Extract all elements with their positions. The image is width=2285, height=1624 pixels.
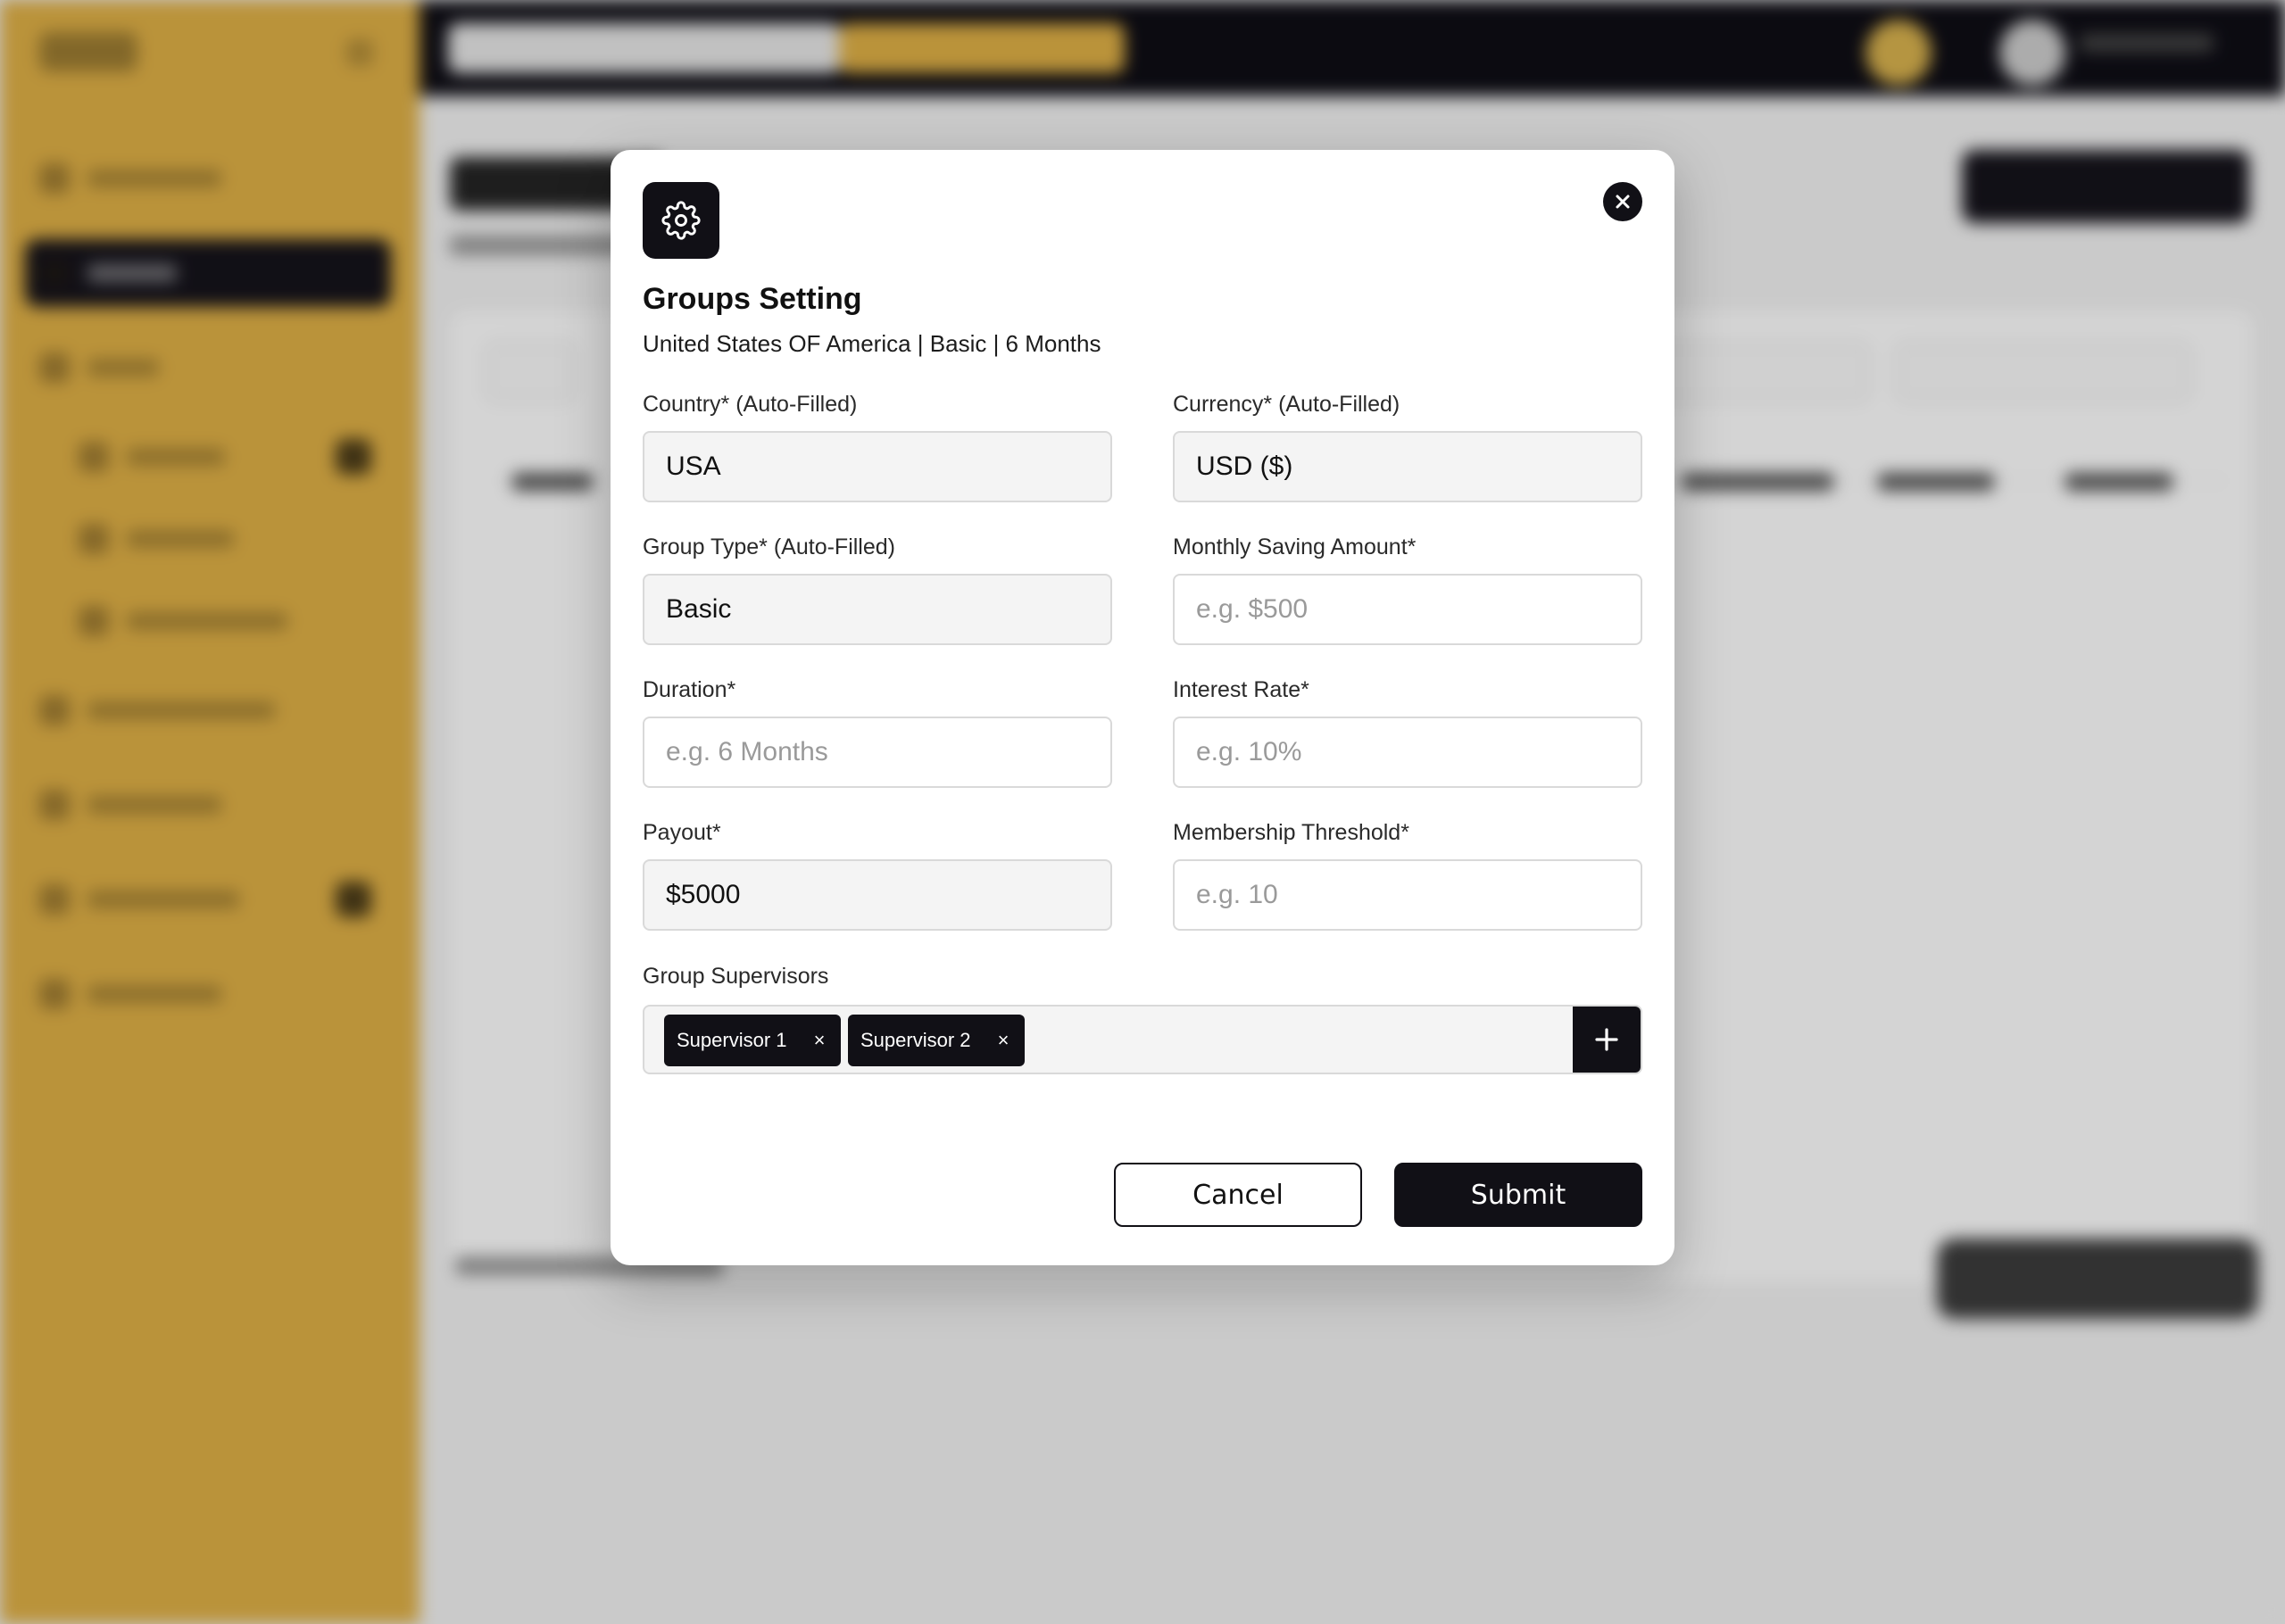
payout-input[interactable] xyxy=(643,859,1112,931)
currency-label: Currency* (Auto-Filled) xyxy=(1173,392,1400,417)
close-icon[interactable] xyxy=(1603,182,1642,221)
modal-title: Groups Setting xyxy=(643,282,862,316)
interest-rate-field-group: Interest Rate* xyxy=(1173,676,1642,788)
duration-label: Duration* xyxy=(643,677,736,702)
membership-threshold-input[interactable] xyxy=(1173,859,1642,931)
country-label: Country* (Auto-Filled) xyxy=(643,392,858,417)
payout-label: Payout* xyxy=(643,820,721,845)
group-type-input[interactable] xyxy=(643,574,1112,645)
groups-setting-modal: Groups Setting United States OF America … xyxy=(611,150,1674,1265)
group-type-label: Group Type* (Auto-Filled) xyxy=(643,534,895,559)
group-supervisors-input[interactable]: Supervisor 1 × Supervisor 2 × xyxy=(643,1005,1642,1074)
plus-icon xyxy=(1595,1028,1618,1051)
group-supervisors-label: Group Supervisors xyxy=(643,964,829,989)
add-supervisor-button[interactable] xyxy=(1573,1007,1641,1073)
payout-field-group: Payout* xyxy=(643,819,1112,931)
monthly-saving-label: Monthly Saving Amount* xyxy=(1173,534,1417,559)
interest-rate-input[interactable] xyxy=(1173,717,1642,788)
duration-field-group: Duration* xyxy=(643,676,1112,788)
membership-threshold-field-group: Membership Threshold* xyxy=(1173,819,1642,931)
interest-rate-label: Interest Rate* xyxy=(1173,677,1309,702)
cancel-button[interactable]: Cancel xyxy=(1114,1163,1362,1227)
submit-button[interactable]: Submit xyxy=(1394,1163,1642,1227)
supervisor-chip-label: Supervisor 2 xyxy=(860,1029,971,1051)
country-input[interactable] xyxy=(643,431,1112,502)
group-type-field-group: Group Type* (Auto-Filled) xyxy=(643,534,1112,645)
remove-supervisor-icon[interactable]: × xyxy=(807,1015,832,1066)
gear-icon xyxy=(643,182,719,259)
duration-input[interactable] xyxy=(643,717,1112,788)
supervisor-chip-label: Supervisor 1 xyxy=(677,1029,787,1051)
country-field-group: Country* (Auto-Filled) xyxy=(643,391,1112,502)
supervisor-chip: Supervisor 2 × xyxy=(848,1015,1025,1066)
remove-supervisor-icon[interactable]: × xyxy=(991,1015,1016,1066)
monthly-saving-input[interactable] xyxy=(1173,574,1642,645)
supervisor-chip: Supervisor 1 × xyxy=(664,1015,841,1066)
monthly-saving-field-group: Monthly Saving Amount* xyxy=(1173,534,1642,645)
modal-subtitle: United States OF America | Basic | 6 Mon… xyxy=(643,330,1101,357)
currency-input[interactable] xyxy=(1173,431,1642,502)
membership-threshold-label: Membership Threshold* xyxy=(1173,820,1409,845)
currency-field-group: Currency* (Auto-Filled) xyxy=(1173,391,1642,502)
